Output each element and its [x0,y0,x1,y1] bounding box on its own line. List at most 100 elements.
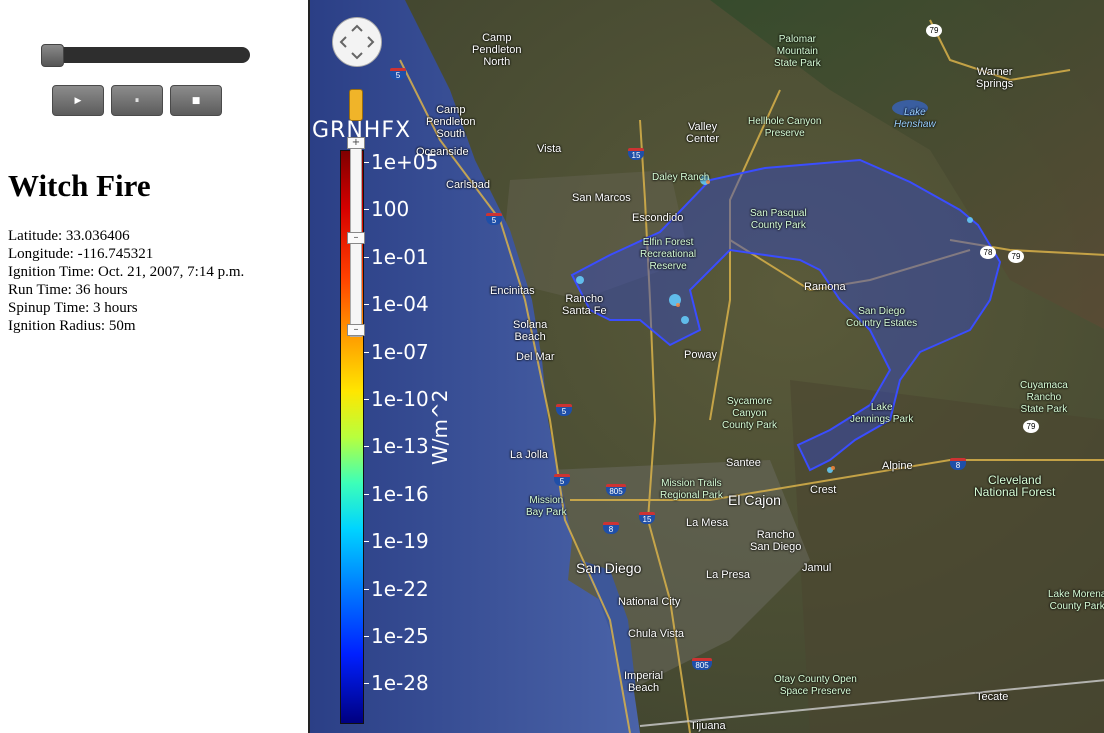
park-palomar: Palomar Mountain State Park [774,34,821,69]
route-shield: 79 [1008,250,1024,263]
colorbar-tick-label: 100 [371,197,410,222]
route-shield: 805 [692,658,712,670]
colorbar-tick-label: 1e-28 [371,671,429,696]
colorbar-tick-label: 1e-04 [371,292,429,317]
label-la-jolla: La Jolla [510,449,548,461]
label-santee: Santee [726,457,761,469]
ignition-radius-text: Ignition Radius: 50m [8,318,136,334]
label-carlsbad: Carlsbad [446,179,491,191]
label-vista: Vista [537,143,562,155]
street-view-pegman-icon[interactable] [349,89,363,121]
colorbar-tick-mark [364,304,369,306]
route-shield: 15 [628,148,644,160]
colorbar-tick-mark [364,162,369,163]
label-alpine: Alpine [882,460,913,472]
colorbar-tick-mark [364,446,369,448]
label-la-presa: La Presa [706,569,751,581]
fire-title: Witch Fire [8,168,151,203]
colorbar-tick-label: 1e+05 [371,150,439,174]
colorbar-tick-mark [364,493,369,495]
run-time-text: Run Time: 36 hours [8,282,128,298]
colorbar-tick-mark [364,636,369,637]
route-shield: 8 [950,458,966,470]
label-escondido: Escondido [632,212,684,224]
label-ramona: Ramona [804,281,846,293]
park-daley-ranch: Daley Ranch [652,172,710,183]
label-lake-henshaw: Lake Henshaw [894,107,936,130]
colorbar-tick-mark [364,683,369,685]
map-view[interactable]: Camp Pendleton North Camp Pendleton Sout… [308,0,1104,733]
stop-icon: ■ [191,95,201,106]
park-elfin-forest: Elfin Forest Recreational Reserve [640,237,697,272]
route-shield: 15 [639,512,655,524]
label-tecate: Tecate [976,691,1009,703]
pan-arrows-icon [339,24,375,60]
label-la-mesa: La Mesa [686,517,729,529]
zoom-in-icon[interactable]: + [347,137,365,149]
label-del-mar: Del Mar [516,351,555,363]
label-solana-beach: Solana Beach [513,319,548,343]
stop-button[interactable]: ■ [170,85,222,116]
park-otay: Otay County Open Space Preserve [774,674,857,697]
label-tijuana: Tijuana [690,720,726,732]
route-shield: 5 [556,404,572,416]
label-poway: Poway [684,349,718,361]
park-san-pasqual: San Pasqual County Park [750,208,807,231]
colorbar-tick-mark [364,256,369,258]
route-shield: 5 [554,474,570,486]
label-valley-center: Valley Center [686,121,720,145]
label-imperial-beach: Imperial Beach [624,670,664,694]
park-cleveland: Cleveland National Forest [974,473,1056,499]
zoom-slider-handle[interactable]: – [347,232,365,244]
route-shield: 78 [980,246,996,259]
label-camp-pendleton-north: Camp Pendleton North [472,32,522,68]
label-camp-pendleton-south: Camp Pendleton South [426,104,476,140]
colorbar-units: W/m^2 [428,389,452,465]
label-san-marcos: San Marcos [572,192,631,204]
colorbar-tick-mark [364,399,369,400]
label-encinitas: Encinitas [490,285,535,297]
latitude-text: Latitude: 33.036406 [8,228,130,244]
park-lake-morena: Lake Morena County Park [1048,589,1104,612]
play-button[interactable]: ▶ [52,85,104,116]
time-slider-track[interactable] [41,47,250,63]
route-shield: 5 [390,68,406,80]
label-rancho-san-diego: Rancho San Diego [750,529,802,553]
colorbar-tick-label: 1e-07 [371,339,429,364]
park-mission-trails: Mission Trails Regional Park [660,478,723,501]
colorbar-tick-label: 1e-13 [371,434,429,459]
colorbar-tick-mark [364,588,369,590]
route-shield: 79 [1023,420,1039,433]
colorbar-tick-mark [364,351,369,353]
zoom-out-icon[interactable]: – [347,324,365,336]
label-chula-vista: Chula Vista [628,628,685,640]
route-shield: 79 [926,24,942,37]
spinup-time-text: Spinup Time: 3 hours [8,300,138,316]
park-sycamore: Sycamore Canyon County Park [722,396,778,431]
route-shield: 5 [486,213,502,225]
park-cuyamaca: Cuyamaca Rancho State Park [1020,380,1068,415]
park-hellhole: Hellhole Canyon Preserve [748,116,822,139]
route-shield: 8 [603,522,619,534]
pan-control[interactable] [332,17,382,67]
label-san-diego-country-estates: San Diego Country Estates [846,306,918,329]
play-icon: ▶ [74,95,82,106]
colorbar-tick-label: 1e-22 [371,576,429,601]
label-warner-springs: Warner Springs [976,66,1014,90]
pause-icon: ⏸ [134,95,140,106]
park-mission-bay: Mission Bay Park [526,495,567,518]
label-rancho-santa-fe: Rancho Santa Fe [562,293,607,317]
park-lake-jennings: Lake Jennings Park [850,402,914,425]
route-shield: 805 [606,484,626,496]
time-slider-thumb[interactable] [41,44,64,67]
label-crest: Crest [810,484,837,496]
fire-info: Latitude: 33.036406 Longitude: -116.7453… [8,227,244,335]
label-jamul: Jamul [802,562,832,574]
ignition-time-text: Ignition Time: Oct. 21, 2007, 7:14 p.m. [8,264,245,280]
pause-button[interactable]: ⏸ [111,85,163,116]
label-el-cajon: El Cajon [728,492,781,508]
colorbar-tick-label: 1e-19 [371,529,429,554]
label-national-city: National City [618,596,681,608]
colorbar-tick-label: 1e-25 [371,624,429,648]
colorbar-tick-mark [364,209,369,211]
